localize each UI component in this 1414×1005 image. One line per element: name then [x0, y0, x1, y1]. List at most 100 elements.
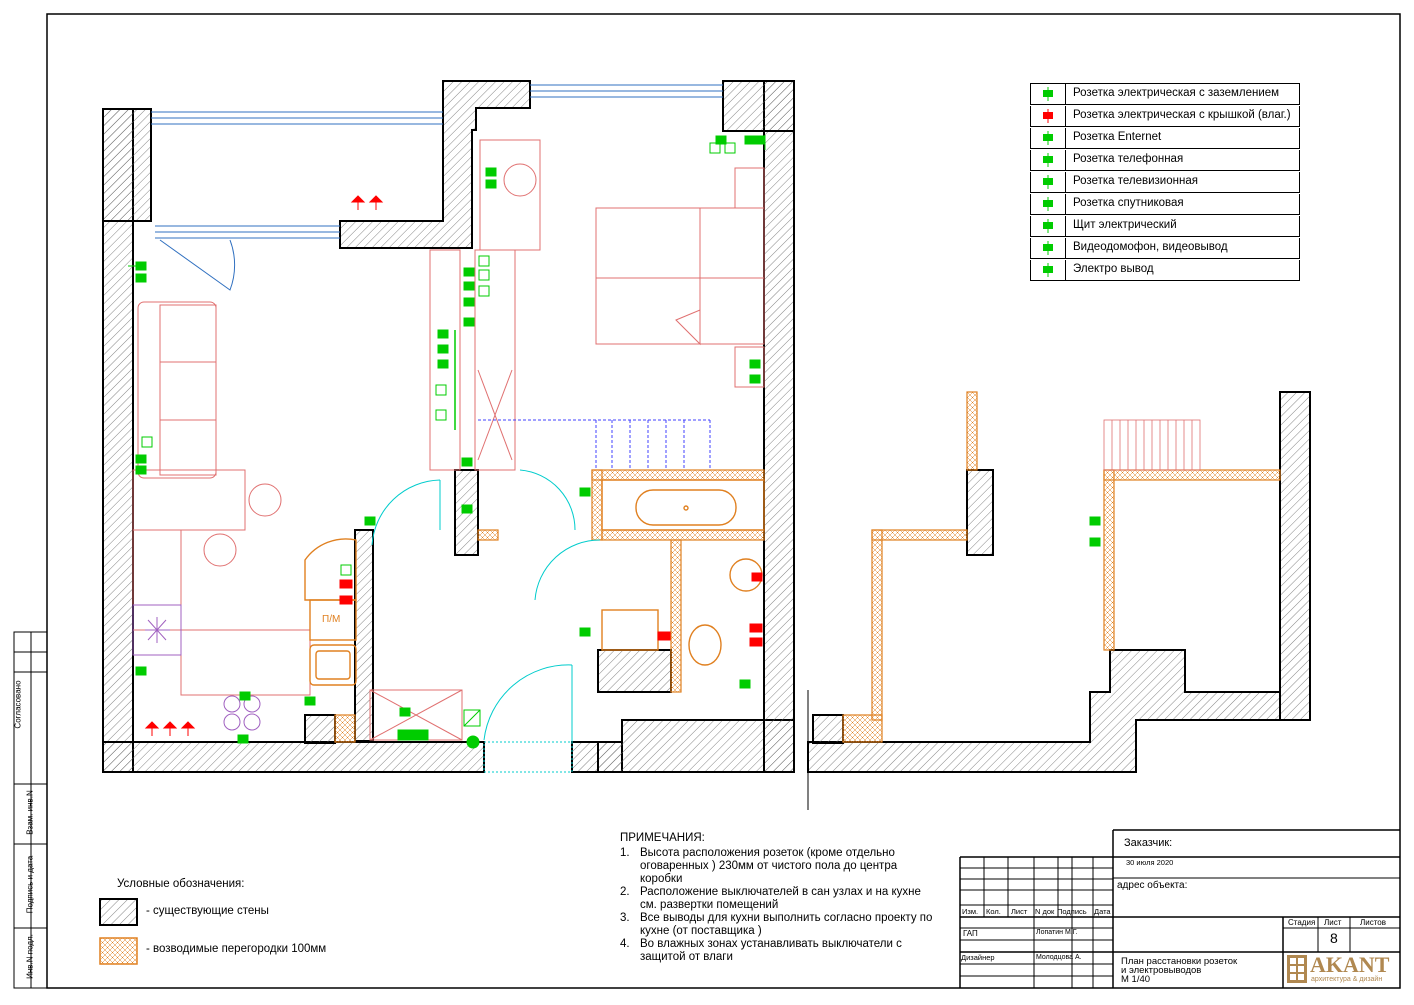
- sheet-label: Лист: [1324, 918, 1342, 927]
- satellite-outlet-icon: [1031, 194, 1066, 214]
- legend-row: Розетка спутниковая: [1030, 194, 1300, 215]
- existing-walls-label: - существующие стены: [146, 905, 269, 917]
- address-label: адрес объекта:: [1117, 880, 1188, 891]
- second-floor-walls: [807, 391, 1311, 773]
- legend-row: Розетка телевизионная: [1030, 172, 1300, 193]
- note-number: 1.: [620, 847, 630, 859]
- customer-label: Заказчик:: [1124, 837, 1173, 849]
- legend-row: Розетка телефонная: [1030, 150, 1300, 171]
- conventions-title: Условные обозначения:: [117, 878, 245, 890]
- outlet: [399, 707, 411, 717]
- outlet: [744, 135, 756, 145]
- grounded-outlet-icon: [1031, 84, 1066, 104]
- legend-row: Видеодомофон, видеовывод: [1030, 238, 1300, 259]
- outlet: [135, 454, 147, 464]
- outlet: [463, 297, 475, 307]
- sheets-label: Листов: [1360, 918, 1386, 927]
- agreed-label: Согласовано: [13, 680, 23, 729]
- revision-column-header: N док: [1035, 907, 1055, 916]
- outlet: [135, 666, 147, 676]
- video-intercom: [466, 735, 480, 749]
- sign-date-label: Подпись и дата: [25, 855, 35, 914]
- outlet: [1089, 537, 1101, 547]
- second-floor-stairs: [1103, 419, 1201, 471]
- note-text: Высота расположения розеток (кроме отдел…: [640, 847, 898, 885]
- note-item: 2. Расположение выключателей в сан узлах …: [620, 886, 940, 912]
- outlet: [461, 504, 473, 514]
- legend-row: Розетка электрическая с заземлением: [1030, 84, 1300, 105]
- legend-row: Электро вывод: [1030, 260, 1300, 281]
- windows: [151, 84, 723, 291]
- note-text: Все выводы для кухни выполнить согласно …: [640, 912, 933, 937]
- ethernet-outlet: [141, 436, 153, 448]
- stairs: [478, 419, 711, 470]
- outlet: [135, 465, 147, 475]
- note-text: Во влажных зонах устанавливать выключате…: [640, 938, 902, 963]
- designer-name: Молодцова А.: [1036, 954, 1082, 961]
- outlet: [579, 627, 591, 637]
- legend-label: Щит электрический: [1073, 219, 1177, 231]
- video-intercom-icon: [1031, 238, 1066, 258]
- legend-row: Розетка Enternet: [1030, 128, 1300, 149]
- logo-subtitle: архитектура & дизайн: [1311, 976, 1383, 983]
- sheet-number: 8: [1330, 930, 1338, 946]
- outlet: [485, 179, 497, 189]
- electrical-outlet-point-icon: [1031, 260, 1066, 280]
- outlet: [754, 135, 766, 145]
- outlet: [304, 696, 316, 706]
- wp-outlet: [350, 195, 366, 210]
- legend-label: Электро вывод: [1073, 263, 1154, 275]
- kitchen-label: П/М: [322, 614, 341, 625]
- notes-list: 1. Высота расположения розеток (кроме отд…: [620, 847, 940, 964]
- ethernet-outlet-icon: [1031, 128, 1066, 148]
- panel: [397, 729, 429, 741]
- legend-label: Розетка спутниковая: [1073, 197, 1184, 209]
- revision-column-header: Изм.: [962, 907, 979, 916]
- outlet: [237, 734, 249, 744]
- outlet: [461, 457, 473, 467]
- outlet: [485, 167, 497, 177]
- hob: [132, 604, 261, 731]
- note-text: Расположение выключателей в сан узлах и …: [640, 886, 921, 911]
- note-item: 4. Во влажных зонах устанавливать выключа…: [620, 938, 940, 964]
- notes-block: ПРИМЕЧАНИЯ: 1. Высота расположения розето…: [620, 832, 940, 964]
- wp-outlet: [144, 721, 160, 736]
- note-number: 3.: [620, 912, 630, 924]
- outlet: [364, 516, 376, 526]
- revision-column-header: Дата: [1094, 907, 1111, 916]
- outlet: [739, 679, 751, 689]
- gap-name: Лопатин М.Г.: [1036, 929, 1078, 936]
- wp-outlet: [162, 721, 178, 736]
- outlet: [463, 317, 475, 327]
- outlet: [579, 487, 591, 497]
- partitions-label: - возводимые перегородки 100мм: [146, 943, 327, 955]
- outlet: [437, 359, 449, 369]
- wp-outlet: [368, 195, 384, 210]
- outlet: [437, 344, 449, 354]
- existing-wall-swatch: [99, 898, 138, 926]
- outlet: [463, 267, 475, 277]
- legend-label: Видеодомофон, видеовывод: [1073, 241, 1228, 253]
- outlet: [749, 359, 761, 369]
- revision-column-header: Кол.: [986, 907, 1001, 916]
- waterproof-outlet-icon: [1031, 106, 1066, 126]
- revision-column-header: Подпись: [1057, 907, 1087, 916]
- inv-orig-label: Инв.N подл.: [25, 934, 35, 979]
- outlet: [239, 691, 251, 701]
- outlet: [749, 374, 761, 384]
- note-number: 2.: [620, 886, 630, 898]
- partitions: [334, 469, 765, 743]
- stage-label: Стадия: [1288, 918, 1316, 927]
- note-item: 1. Высота расположения розеток (кроме отд…: [620, 847, 940, 886]
- legend-row: Щит электрический: [1030, 216, 1300, 237]
- electrical-panel-icon: [1031, 216, 1066, 236]
- partition-swatch: [99, 937, 138, 965]
- existing-walls: [102, 80, 795, 773]
- electrical-panel: [463, 709, 481, 727]
- legend-label: Розетка телевизионная: [1073, 175, 1198, 187]
- outlet: [437, 329, 449, 339]
- outlet: [1089, 516, 1101, 526]
- doors: [371, 469, 601, 773]
- tv-outlet-icon: [1031, 172, 1066, 192]
- legend-label: Розетка электрическая с заземлением: [1073, 87, 1280, 99]
